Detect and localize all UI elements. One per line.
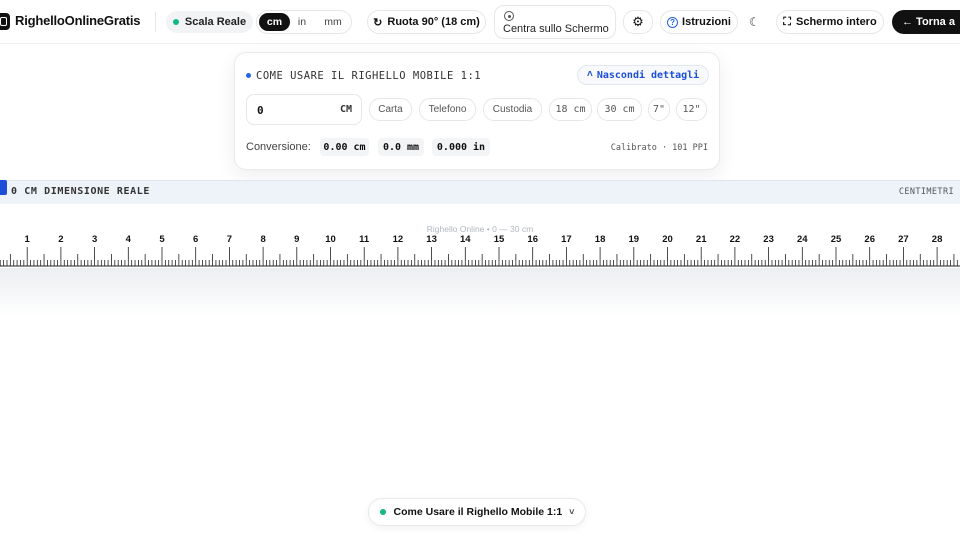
ruler-cm-label: 2 — [58, 234, 63, 245]
rotate-label: Ruota 90° (18 cm) — [387, 16, 480, 28]
fullscreen-button[interactable]: ⛶ Schermo intero — [776, 10, 884, 34]
unit-in-button[interactable]: in — [290, 13, 314, 31]
back-button[interactable]: ← Torna a — [892, 10, 960, 34]
conversion-cm: 0.00 cm — [320, 138, 369, 156]
ruler-cm-label: 17 — [561, 234, 572, 245]
settings-button[interactable]: ⚙ — [623, 10, 653, 34]
ruler-cm-label: 7 — [227, 234, 232, 245]
status-dot-icon — [172, 19, 179, 25]
chevron-down-icon: ˅ — [569, 507, 575, 517]
hide-details-button[interactable]: ˄ Nascondi dettagli — [577, 65, 709, 85]
fullscreen-label: Schermo intero — [796, 16, 877, 28]
preset-7in[interactable]: 7" — [648, 98, 670, 121]
bullet-dot-icon — [246, 73, 251, 78]
ruler-cm-label: 24 — [797, 234, 808, 245]
guide-label: Come Usare il Righello Mobile 1:1 — [393, 506, 563, 518]
top-bar: RighelloOnlineGratis Scala Reale cm in m… — [0, 0, 960, 44]
target-icon — [504, 11, 514, 21]
back-label: ← Torna a — [902, 16, 955, 28]
ruler-cm-label: 22 — [730, 234, 741, 245]
ruler-cm-label: 16 — [527, 234, 538, 245]
ruler-cm-label: 4 — [126, 234, 132, 245]
center-label: Centra sullo Schermo — [503, 23, 609, 35]
ruler-cm-label: 20 — [662, 234, 673, 245]
length-unit: CM — [339, 104, 352, 115]
ruler-cm-label: 27 — [898, 234, 909, 245]
ruler-zero-marker[interactable] — [0, 180, 7, 195]
ruler-shadow — [0, 268, 960, 316]
ruler-cm-label: 3 — [92, 234, 97, 245]
moon-icon[interactable]: ☾ — [749, 15, 760, 29]
brand-name[interactable]: RighelloOnlineGratis — [15, 13, 140, 28]
length-input[interactable] — [257, 102, 327, 118]
ruler-cm-label: 19 — [629, 234, 640, 245]
conversion-label: Conversione: — [246, 141, 311, 153]
ruler-info-card: COME USARE IL RIGHELLO MOBILE 1:1 ˄ Nasc… — [234, 52, 720, 170]
ruler-cm-label: 13 — [426, 234, 437, 245]
unit-mm-button[interactable]: mm — [317, 13, 349, 31]
ruler-cm-label: 26 — [864, 234, 875, 245]
gear-icon: ⚙ — [632, 14, 644, 29]
hide-details-label: Nascondi dettagli — [596, 69, 700, 81]
rotate-button[interactable]: ↻ Ruota 90° (18 cm) — [367, 10, 486, 34]
ruler-cm-label: 15 — [494, 234, 505, 245]
preset-carta[interactable]: Carta — [369, 98, 412, 121]
length-field[interactable]: CM — [246, 94, 362, 125]
ruler-cm-label: 12 — [393, 234, 404, 245]
ruler-scale: 1 2 3 4 5 6 7 8 9 10 11 12 13 14 15 16 17 18 19 20 21 22 23 24 2… — [0, 234, 960, 267]
ruler-cm-label: 11 — [359, 234, 370, 245]
preset-custodia[interactable]: Custodia — [483, 98, 542, 121]
instructions-button[interactable]: ? Istruzioni — [660, 10, 738, 34]
ruler-cm-label: 5 — [159, 234, 165, 245]
unit-switcher: cm in mm — [256, 10, 352, 34]
ruler-cm-label: 14 — [460, 234, 471, 245]
ruler-cm-label: 21 — [696, 234, 707, 245]
guide-toggle-button[interactable]: Come Usare il Righello Mobile 1:1 ˅ — [368, 498, 586, 526]
rotate-icon: ↻ — [373, 16, 383, 29]
help-icon: ? — [667, 16, 679, 28]
instructions-label: Istruzioni — [682, 16, 731, 28]
calibration-status: Calibrato · 101 PPI — [610, 143, 708, 153]
preset-30cm[interactable]: 30 cm — [597, 98, 642, 121]
ruler-cm-label: 23 — [763, 234, 774, 245]
center-button[interactable]: Centra sullo Schermo — [494, 5, 616, 39]
preset-18cm[interactable]: 18 cm — [549, 98, 592, 121]
ruler-cm-label: 18 — [595, 234, 606, 245]
divider — [155, 12, 156, 32]
ruler-cm-label: 6 — [193, 234, 198, 245]
ruler-cm-label: 28 — [932, 234, 943, 245]
ruler-cm-label: 25 — [831, 234, 842, 245]
ruler-cm-label: 10 — [325, 234, 336, 245]
status-dot-icon — [379, 509, 386, 515]
ruler-cm-label: 1 — [25, 234, 31, 245]
fullscreen-icon: ⛶ — [783, 15, 791, 28]
conversion-mm: 0.0 mm — [378, 138, 424, 156]
unit-cm-button[interactable]: cm — [259, 13, 290, 31]
ruler-unit-label: CENTIMETRI — [898, 187, 954, 197]
scale-label: Scala Reale — [184, 16, 247, 28]
ruler-size-label: 0 CM DIMENSIONE REALE — [11, 186, 151, 197]
ruler-cm-label: 8 — [260, 234, 265, 245]
scale-indicator[interactable]: Scala Reale — [166, 11, 253, 33]
chevron-up-icon: ˄ — [586, 69, 593, 80]
ruler-logo-icon — [0, 13, 10, 30]
card-title: COME USARE IL RIGHELLO MOBILE 1:1 — [246, 70, 481, 82]
preset-telefono[interactable]: Telefono — [419, 98, 476, 121]
card-title-text: COME USARE IL RIGHELLO MOBILE 1:1 — [256, 70, 482, 82]
preset-12in[interactable]: 12" — [676, 98, 707, 121]
ruler-cm-label: 9 — [294, 234, 299, 245]
conversion-in: 0.000 in — [432, 138, 490, 156]
